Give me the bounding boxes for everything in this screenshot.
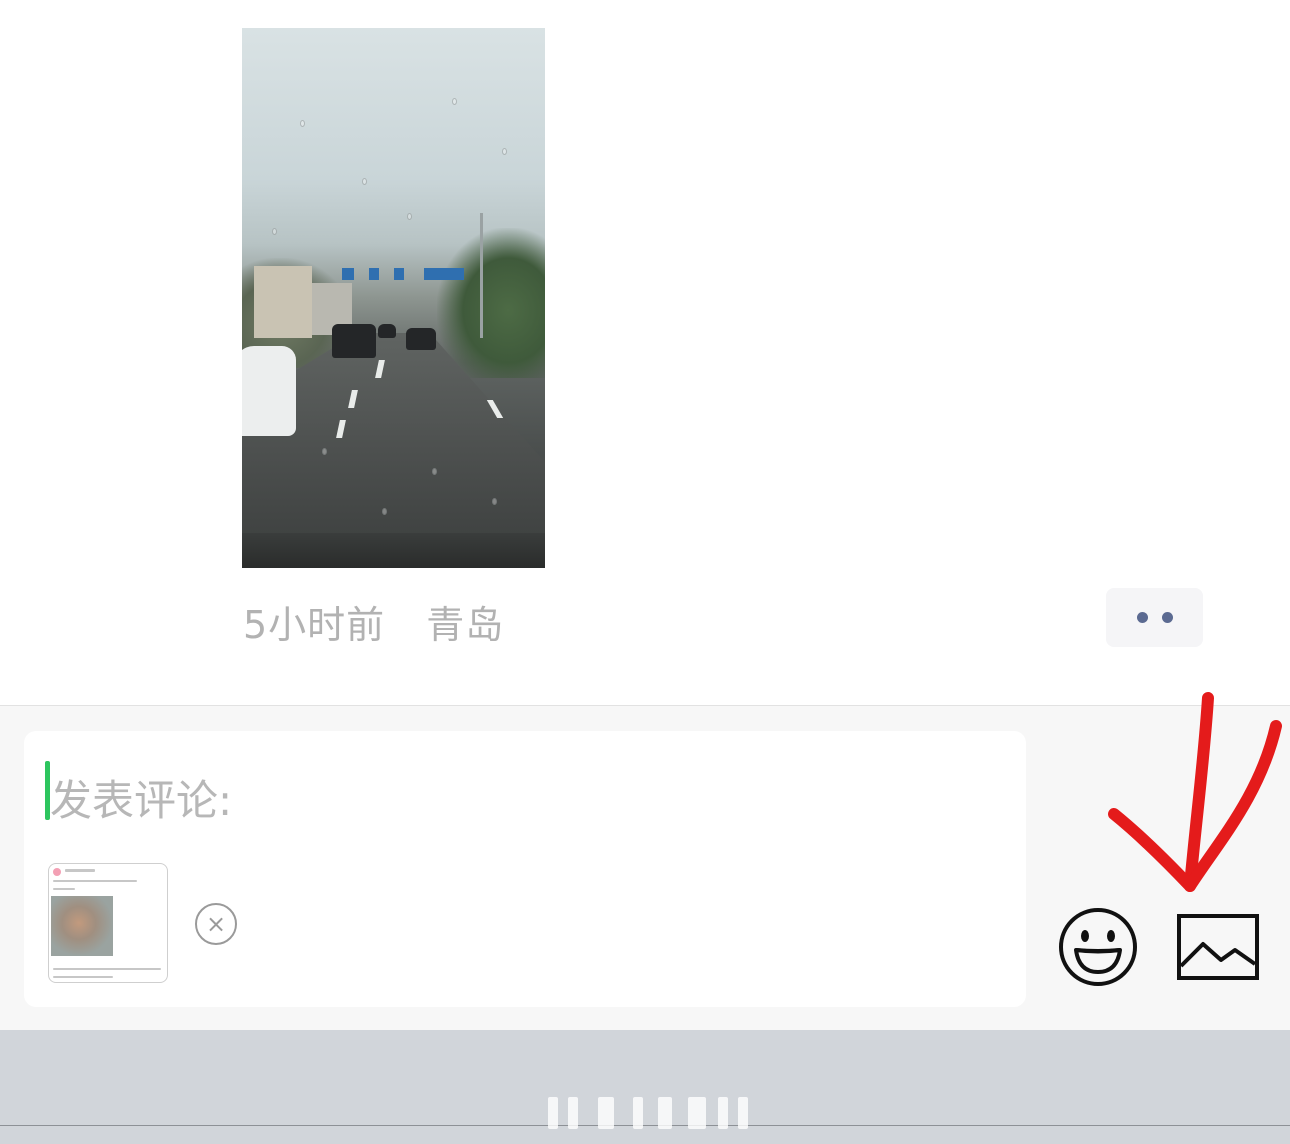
thumbnail-avatar [53,868,61,876]
video-scene-car [332,324,376,358]
attached-image-thumbnail[interactable] [48,863,168,983]
thumbnail-text-line [53,888,75,890]
video-scene-raindrop [272,228,277,235]
post-video[interactable] [242,28,545,568]
video-scene-car [378,324,396,338]
red-arrow-annotation [1108,692,1282,892]
comment-input[interactable]: 发表评论: × [24,731,1026,1007]
video-scene-sign [394,268,404,280]
moments-comment-screen: 5小时前 青岛 发表评论: × [0,0,1290,1144]
more-dots-icon [1161,612,1173,623]
post-area: 5小时前 青岛 [0,0,1290,705]
comment-placeholder: 发表评论: [50,776,233,825]
thumbnail-text-line [65,869,95,872]
video-scene-raindrop [452,98,457,105]
video-scene-raindrop [322,448,327,455]
video-scene-sign [342,268,354,280]
more-actions-button[interactable] [1106,588,1203,647]
video-scene-raindrop [362,178,367,185]
thumbnail-text-line [53,880,137,882]
video-scene-car [406,328,436,350]
video-scene-sign [369,268,379,280]
video-scene-sign [424,268,464,280]
post-meta: 5小时前 青岛 [243,594,532,649]
thumbnail-text-line [53,968,161,970]
video-scene-dashboard [242,533,545,568]
more-dots-icon [1136,612,1148,623]
video-scene-raindrop [492,498,497,505]
video-scene-raindrop [502,148,507,155]
video-scene-raindrop [300,120,305,127]
video-scene-raindrop [432,468,437,475]
video-scene-pole [480,213,483,338]
post-location[interactable]: 青岛 [426,603,504,647]
emoji-icon[interactable] [1057,906,1139,988]
video-scene-trees-right [437,228,545,378]
thumbnail-text-line [53,976,113,978]
video-scene-raindrop [382,508,387,515]
video-scene-white-car [242,346,296,436]
comment-bar: 发表评论: × [0,705,1290,1030]
remove-attachment-button[interactable]: × [195,903,237,945]
post-time: 5小时前 [243,603,386,647]
video-scene-building [254,266,312,338]
home-indicator [538,1097,754,1129]
video-scene-raindrop [407,213,412,220]
image-icon[interactable] [1177,914,1259,980]
close-circle-icon: × [205,910,227,938]
thumbnail-photo [51,896,113,956]
